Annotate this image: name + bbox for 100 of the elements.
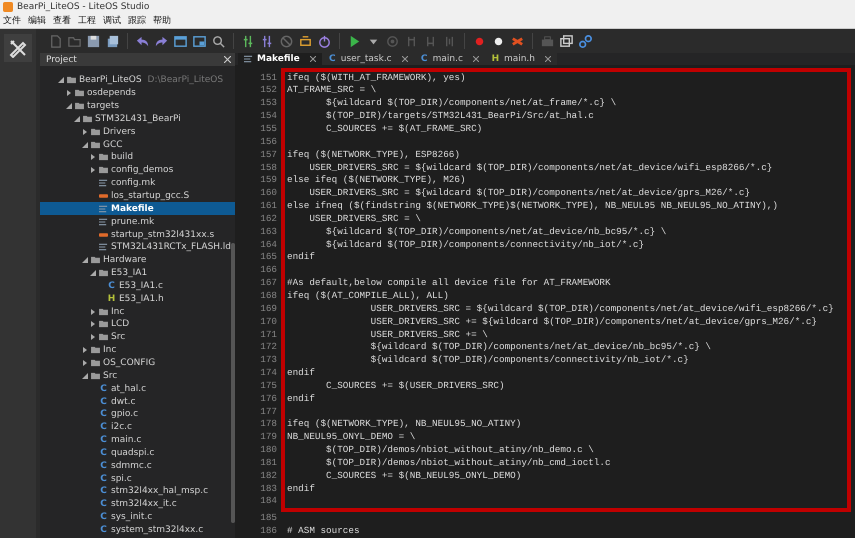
tree-item[interactable]: C spi.c	[40, 472, 235, 485]
line-number: 182	[259, 470, 277, 483]
tree-item[interactable]: E53_IA1	[40, 266, 235, 280]
tree-item[interactable]: Src	[40, 330, 235, 344]
editor-tab[interactable]: C user_task.c	[322, 53, 414, 65]
tree-item[interactable]: GCC	[40, 138, 235, 152]
line-number: 167	[259, 277, 277, 290]
panel-title: Project	[46, 54, 77, 64]
text-lines-icon[interactable]	[99, 243, 108, 252]
code-line: C_SOURCES += $(AT_FRAME_SRC)	[325, 123, 484, 136]
code-line: # ASM sources	[286, 525, 361, 538]
tree-item[interactable]: C main.c	[40, 434, 235, 446]
line-number: 155	[259, 123, 277, 136]
menu-item[interactable]: 工程	[78, 14, 96, 27]
tree-item[interactable]: C gpio.c	[40, 408, 235, 421]
line-number: 185	[259, 512, 277, 526]
code-line: NB_NEUL95_ONYL_DEMO = \	[286, 431, 416, 444]
line-number: 158	[259, 162, 277, 174]
code-line: #As default,below compile all device file for AT_FRAMEWORK	[286, 277, 612, 290]
tree-item[interactable]: prune.mk	[40, 215, 235, 228]
text-lines-icon[interactable]	[99, 218, 108, 226]
tree-item[interactable]: C sdmmc.c	[40, 459, 235, 472]
tree-item[interactable]: config.mk	[40, 176, 235, 190]
tree-item[interactable]: C stm32l4xx_hal_msp.c	[40, 485, 235, 498]
tree-item[interactable]: Makefile	[40, 202, 235, 216]
tree-item[interactable]: Inc	[40, 344, 235, 357]
tree-item[interactable]: Hardware	[40, 254, 235, 267]
text-lines-icon[interactable]	[99, 179, 108, 188]
c-file-icon: C	[99, 474, 108, 484]
editor-tab[interactable]: C main.c	[414, 53, 485, 65]
close-icon[interactable]	[224, 56, 231, 63]
code-line: C_SOURCES += $(NB_NEUL95_ONYL_DEMO)	[325, 470, 522, 483]
tree-item[interactable]: C E53_IA1.c	[40, 280, 235, 292]
code-line: endif	[286, 392, 316, 406]
text-lines-icon[interactable]	[99, 204, 108, 213]
menu-item[interactable]: 调试	[103, 14, 121, 27]
stack-icon[interactable]	[105, 34, 120, 48]
expanded-arrow-icon[interactable]	[82, 142, 88, 148]
tree-item[interactable]: C at_hal.c	[40, 382, 235, 396]
close-icon[interactable]	[472, 56, 479, 62]
tree-item[interactable]: BearPi_LiteOS D:\BearPi_LiteOS	[40, 74, 235, 87]
tree-item[interactable]: Inc	[40, 305, 235, 318]
windows-icon[interactable]	[559, 34, 574, 48]
line-number: 178	[259, 418, 277, 432]
save-icon[interactable]	[86, 34, 101, 48]
tree-item[interactable]: OS_CONFIG	[40, 356, 235, 370]
tree-item[interactable]: build	[40, 151, 235, 164]
link-icon[interactable]	[578, 34, 593, 48]
editor-tab[interactable]: Makefile	[238, 53, 322, 65]
tree-item[interactable]: STM32L431_BearPi	[40, 112, 235, 126]
text-lines-icon[interactable]	[244, 54, 253, 63]
power-icon[interactable]	[317, 34, 332, 48]
tree-item[interactable]: C system_stm32l4xx.c	[40, 524, 235, 536]
tree-item[interactable]: los_startup_gcc.S	[40, 190, 235, 202]
editor-tab[interactable]: H main.h	[484, 53, 557, 65]
line-number: 154	[259, 110, 277, 123]
menu-item[interactable]: 文件	[3, 14, 21, 27]
line-number: 151	[259, 72, 277, 84]
close-icon[interactable]	[310, 56, 316, 62]
code-line: ifeq ($(NETWORK_TYPE), NB_NEUL95_NO_ATINY)	[286, 418, 522, 432]
tree-item[interactable]: C quadspi.c	[40, 446, 235, 460]
tree-item[interactable]: LCD	[40, 318, 235, 331]
pencil-ruler-icon[interactable]	[4, 34, 32, 62]
menu-item[interactable]: 编辑	[28, 14, 46, 27]
c-file-icon: C	[328, 54, 337, 64]
line-number: 174	[259, 367, 277, 380]
menu-item[interactable]: 帮助	[153, 14, 171, 27]
code-line: C_SOURCES += $(USER_DRIVERS_SRC)	[325, 380, 506, 393]
tree-item[interactable]: C i2c.c	[40, 420, 235, 434]
expanded-arrow-icon[interactable]	[82, 372, 88, 379]
line-number: 173	[259, 354, 277, 368]
tree-item[interactable]: Src	[40, 369, 235, 382]
code-line: endif	[286, 482, 316, 496]
collapsed-arrow-icon[interactable]	[66, 90, 72, 96]
tree-item[interactable]: config_demos	[40, 164, 235, 177]
collapsed-arrow-icon[interactable]	[82, 128, 88, 135]
close-icon[interactable]	[402, 56, 408, 62]
line-number: 168	[259, 290, 277, 303]
tree-item[interactable]: Drivers	[40, 125, 235, 138]
tree-item[interactable]: targets	[40, 100, 235, 113]
tree-item[interactable]: H E53_IA1.h	[40, 292, 235, 306]
tree-item[interactable]: C sys_init.c	[40, 510, 235, 524]
code-line: else ifeq ($(NETWORK_TYPE), M26)	[286, 174, 467, 188]
c-file-icon: C	[99, 524, 108, 535]
window-icon[interactable]	[173, 34, 188, 48]
menu-item[interactable]: 跟踪	[128, 14, 146, 27]
tree-item[interactable]: C dwt.c	[40, 395, 235, 408]
expanded-arrow-icon[interactable]	[58, 77, 64, 84]
tree-item[interactable]: STM32L431RCTx_FLASH.ld	[40, 240, 235, 254]
scrollbar[interactable]	[231, 243, 235, 523]
window-icon[interactable]	[192, 34, 207, 48]
tree-item[interactable]: osdepends	[40, 86, 235, 100]
c-file-icon: C	[99, 422, 108, 432]
line-number: 163	[259, 226, 277, 239]
tree-item[interactable]: startup_stm32l431xx.s	[40, 228, 235, 241]
search-icon[interactable]	[211, 34, 226, 48]
close-icon[interactable]	[545, 56, 551, 62]
menu-item[interactable]: 查看	[53, 14, 71, 27]
document-icon[interactable]	[48, 34, 63, 48]
tree-item[interactable]: C stm32l4xx_it.c	[40, 498, 235, 511]
